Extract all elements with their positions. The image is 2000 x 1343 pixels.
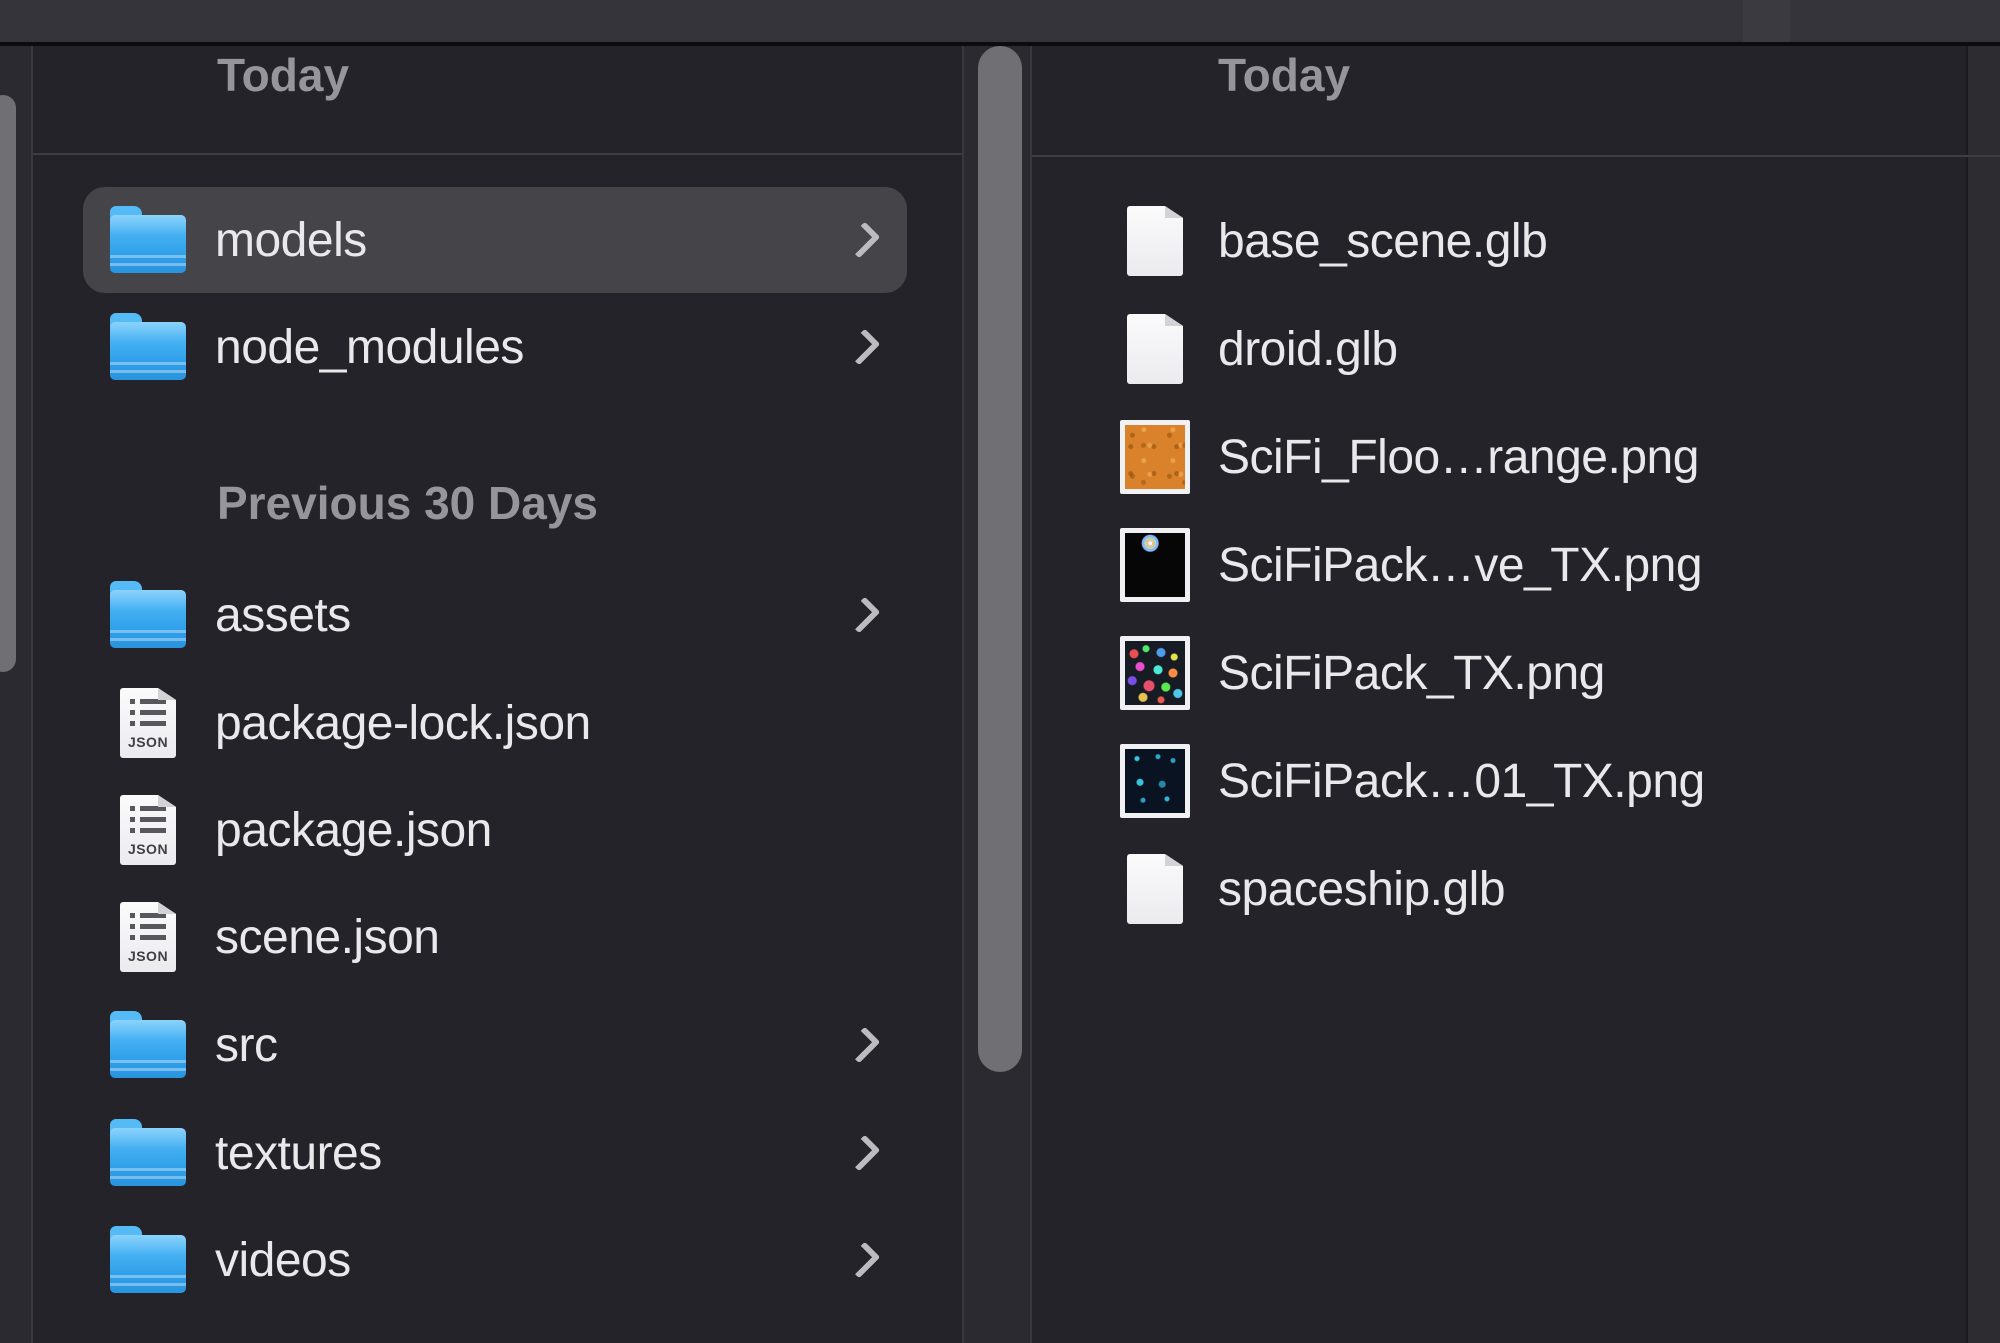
section-separator xyxy=(1032,155,2000,157)
scrollbar-thumb-middle[interactable] xyxy=(978,46,1022,1072)
json-file-icon: JSON xyxy=(110,670,186,776)
image-thumbnail-orange xyxy=(1120,403,1190,511)
file-row-scifi-floor-orange-png[interactable]: SciFi_Floo…range.png xyxy=(1032,403,1966,511)
folder-icon xyxy=(110,992,186,1098)
file-row-videos[interactable]: videos xyxy=(83,1207,907,1313)
file-row-spaceship-glb[interactable]: spaceship.glb xyxy=(1032,835,1966,943)
file-row-scifipack-01-tx-png[interactable]: SciFiPack…01_TX.png xyxy=(1032,727,1966,835)
file-row-droid-glb[interactable]: droid.glb xyxy=(1032,295,1966,403)
file-name: droid.glb xyxy=(1218,295,1398,403)
chevron-right-icon xyxy=(851,1240,881,1280)
folder-icon xyxy=(110,1100,186,1206)
section-separator xyxy=(33,153,962,155)
generic-file-icon xyxy=(1120,835,1190,943)
file-name: SciFiPack…ve_TX.png xyxy=(1218,511,1702,619)
file-name: base_scene.glb xyxy=(1218,187,1547,295)
window-toolbar xyxy=(0,0,2000,46)
file-name: package.json xyxy=(215,777,492,883)
file-name: SciFiPack_TX.png xyxy=(1218,619,1605,727)
scrollbar-track-middle[interactable] xyxy=(962,46,1032,1343)
image-thumbnail-black xyxy=(1120,511,1190,619)
file-name: SciFi_Floo…range.png xyxy=(1218,403,1699,511)
generic-file-icon xyxy=(1120,187,1190,295)
file-name: node_modules xyxy=(215,294,524,400)
json-file-icon: JSON xyxy=(110,884,186,990)
chevron-right-icon xyxy=(851,327,881,367)
file-row-src[interactable]: src xyxy=(83,992,907,1098)
chevron-right-icon xyxy=(851,220,881,260)
file-name: textures xyxy=(215,1100,382,1206)
file-name: scene.json xyxy=(215,884,439,990)
file-name: package-lock.json xyxy=(215,670,591,776)
file-row-base-scene-glb[interactable]: base_scene.glb xyxy=(1032,187,1966,295)
file-row-models[interactable]: models xyxy=(83,187,907,293)
file-row-assets[interactable]: assets xyxy=(83,562,907,668)
file-row-scifipack-ve-tx-png[interactable]: SciFiPack…ve_TX.png xyxy=(1032,511,1966,619)
file-row-textures[interactable]: textures xyxy=(83,1100,907,1206)
scrollbar-track-left[interactable] xyxy=(0,46,33,1343)
folder-icon xyxy=(110,1207,186,1313)
section-header-today: Today xyxy=(1218,46,1350,104)
section-header-previous-30-days: Previous 30 Days xyxy=(217,476,598,530)
file-name: SciFiPack…01_TX.png xyxy=(1218,727,1705,835)
folder-icon xyxy=(110,294,186,400)
finder-window: Today models node_modules Previous 30 Da… xyxy=(0,0,2000,1343)
file-name: models xyxy=(215,187,367,293)
file-name: assets xyxy=(215,562,351,668)
finder-column-right: Today base_scene.glb droid.glb SciFi_Flo… xyxy=(1032,46,1966,1343)
file-row-package-lock-json[interactable]: JSON package-lock.json xyxy=(83,670,907,776)
right-edge-strip xyxy=(1966,46,2000,1343)
file-name: spaceship.glb xyxy=(1218,835,1505,943)
finder-column-left: Today models node_modules Previous 30 Da… xyxy=(35,46,962,1343)
file-row-scene-json[interactable]: JSON scene.json xyxy=(83,884,907,990)
file-row-node-modules[interactable]: node_modules xyxy=(83,294,907,400)
chevron-right-icon xyxy=(851,1133,881,1173)
image-thumbnail-confetti xyxy=(1120,619,1190,727)
image-thumbnail-dark-blue xyxy=(1120,727,1190,835)
file-row-scifipack-tx-png[interactable]: SciFiPack_TX.png xyxy=(1032,619,1966,727)
section-header-today: Today xyxy=(217,46,349,104)
scrollbar-thumb-left[interactable] xyxy=(0,95,16,672)
file-name: videos xyxy=(215,1207,351,1313)
chevron-right-icon xyxy=(851,1025,881,1065)
folder-icon xyxy=(110,562,186,668)
chevron-right-icon xyxy=(851,595,881,635)
generic-file-icon xyxy=(1120,295,1190,403)
folder-icon xyxy=(110,187,186,293)
file-name: src xyxy=(215,992,277,1098)
file-row-package-json[interactable]: JSON package.json xyxy=(83,777,907,883)
json-file-icon: JSON xyxy=(110,777,186,883)
